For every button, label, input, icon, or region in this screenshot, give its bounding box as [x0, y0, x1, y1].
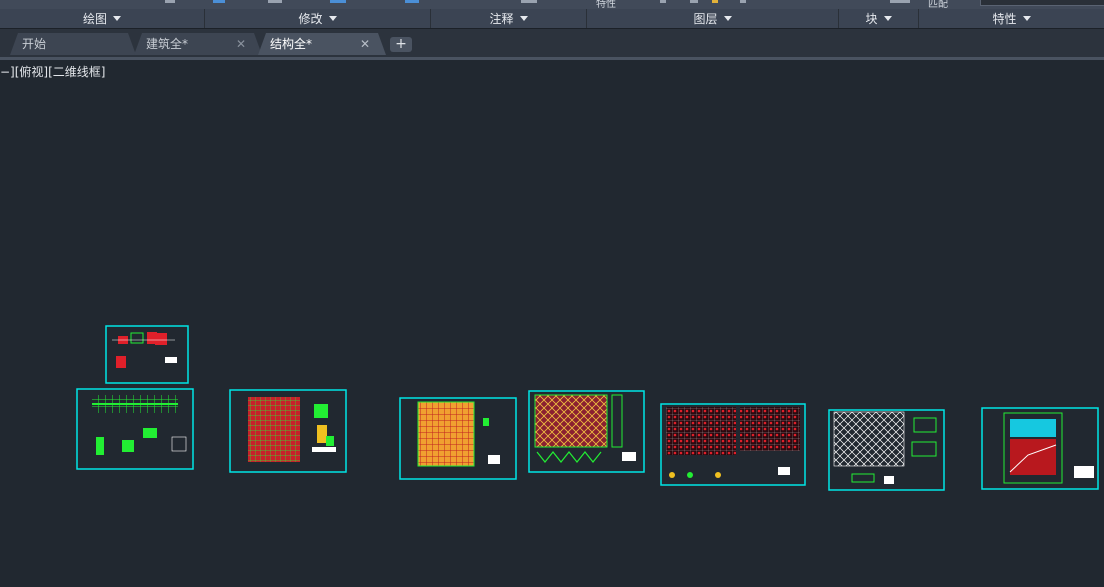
drawing-sheet-column-grid[interactable]: [229, 389, 347, 473]
panel-annotate-label: 注释: [489, 12, 514, 26]
chevron-down-icon: [1022, 16, 1031, 21]
chevron-down-icon: [113, 16, 121, 21]
tool-icon[interactable]: [690, 0, 698, 3]
drawing-sheet-floor-grid[interactable]: [399, 397, 517, 480]
tool-icon[interactable]: [405, 0, 419, 3]
tab-start[interactable]: 开始: [10, 33, 136, 55]
drawing-sheet-lattice-roof[interactable]: [828, 409, 945, 491]
ribbon: 特性 匹配 绘图 修改 注释 图层 块 特性: [0, 0, 1104, 29]
drawing-sheet-structure-detail[interactable]: [105, 325, 189, 384]
panel-properties-label: 特性: [992, 12, 1017, 26]
tool-icon[interactable]: [213, 0, 225, 3]
new-tab-button[interactable]: +: [390, 37, 412, 52]
tool-icon[interactable]: [740, 0, 746, 3]
chevron-down-icon: [883, 16, 892, 21]
ribbon-tools-row: 特性 匹配: [0, 0, 1104, 10]
tool-icon[interactable]: [330, 0, 346, 3]
panel-layers-label: 图层: [693, 12, 718, 26]
chevron-down-icon: [519, 16, 528, 21]
panel-modify-label: 修改: [298, 12, 323, 26]
drawing-sheet-beam-plan[interactable]: [76, 388, 194, 470]
close-icon[interactable]: ✕: [360, 33, 370, 55]
tab-start-label: 开始: [22, 37, 47, 51]
drawing-canvas[interactable]: [0, 60, 1104, 587]
tab-architecture[interactable]: 建筑全* ✕: [134, 33, 262, 55]
panel-draw-label: 绘图: [82, 12, 107, 26]
tool-icon[interactable]: [268, 0, 282, 3]
panel-block-label: 块: [865, 12, 878, 26]
chevron-down-icon: [723, 16, 732, 21]
drawing-sheet-truss-roof[interactable]: [528, 390, 645, 473]
drawing-sheet-rebar-plan[interactable]: [660, 403, 806, 486]
panel-draw[interactable]: 绘图: [0, 9, 205, 28]
close-icon[interactable]: ✕: [236, 33, 246, 55]
tool-icon[interactable]: [660, 0, 666, 3]
tool-icon[interactable]: [890, 0, 910, 3]
panel-properties[interactable]: 特性: [919, 9, 1104, 28]
chevron-down-icon: [328, 16, 337, 21]
tool-icon[interactable]: [712, 0, 718, 3]
tab-structure-label: 结构全*: [270, 37, 313, 51]
tool-icon[interactable]: [521, 0, 537, 3]
file-tab-bar: 开始 建筑全* ✕ 结构全* ✕ +: [0, 29, 1104, 60]
panel-block[interactable]: 块: [839, 9, 919, 28]
panel-annotate[interactable]: 注释: [431, 9, 587, 28]
panel-modify[interactable]: 修改: [205, 9, 431, 28]
property-dropdown[interactable]: [980, 0, 1104, 6]
tab-structure[interactable]: 结构全* ✕: [258, 33, 386, 55]
drawing-sheet-cross-section[interactable]: [981, 407, 1099, 490]
tab-architecture-label: 建筑全*: [146, 37, 189, 51]
tool-icon[interactable]: [165, 0, 175, 3]
panel-layers[interactable]: 图层: [587, 9, 839, 28]
